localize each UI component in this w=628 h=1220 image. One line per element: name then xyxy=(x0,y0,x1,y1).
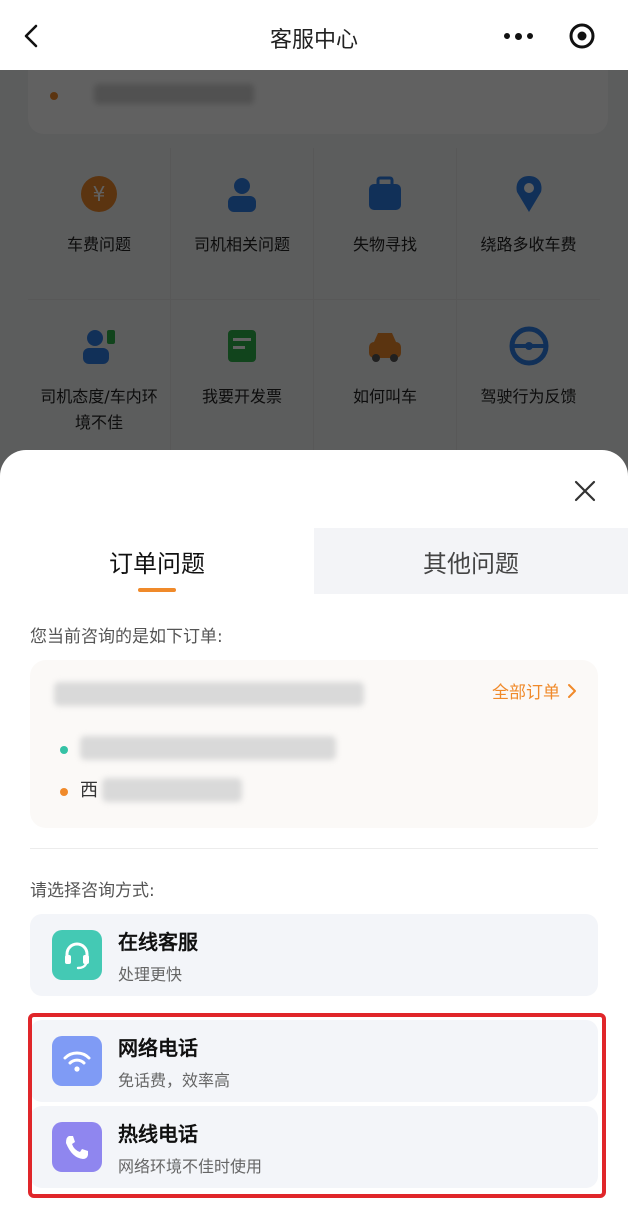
more-dot-icon xyxy=(526,33,533,39)
more-dot-icon xyxy=(514,32,522,40)
close-sheet-button[interactable] xyxy=(568,474,602,508)
destination-prefix: 西 xyxy=(80,780,98,801)
chevron-right-icon xyxy=(568,683,576,698)
divider xyxy=(30,848,598,849)
more-dot-icon xyxy=(503,33,510,39)
target-circle-icon xyxy=(569,23,595,49)
consult-sheet: 订单问题 其他问题 您当前咨询的是如下订单: 全部订单 西 请选择咨询方式: 在… xyxy=(0,450,628,1220)
online-service-option[interactable]: 在线客服 处理更快 xyxy=(30,914,598,996)
redacted-origin-address xyxy=(80,736,336,760)
origin-dot xyxy=(60,746,68,754)
consult-method-label: 请选择咨询方式: xyxy=(30,881,155,901)
all-orders-label: 全部订单 xyxy=(492,683,560,703)
sheet-tabs: 订单问题 其他问题 xyxy=(0,528,628,594)
more-button[interactable] xyxy=(486,14,550,58)
destination-dot xyxy=(60,788,68,796)
tab-other-issues[interactable]: 其他问题 xyxy=(314,528,628,594)
tab-order-issues[interactable]: 订单问题 xyxy=(0,528,314,594)
close-icon xyxy=(574,480,596,502)
redacted-order-info xyxy=(54,682,364,706)
all-orders-link[interactable]: 全部订单 xyxy=(492,678,578,703)
miniprogram-capsule xyxy=(486,14,614,58)
current-order-label: 您当前咨询的是如下订单: xyxy=(30,627,223,647)
red-highlight-box xyxy=(28,1013,606,1198)
current-order-card: 全部订单 西 xyxy=(30,660,598,828)
active-tab-indicator xyxy=(138,588,176,592)
tab-label: 其他问题 xyxy=(423,549,519,578)
tab-label: 订单问题 xyxy=(109,549,205,578)
headset-icon xyxy=(52,930,102,980)
redacted-destination-address xyxy=(102,778,242,802)
close-miniprogram-button[interactable] xyxy=(550,14,614,58)
top-navbar: 客服中心 xyxy=(0,0,628,70)
option-subtitle: 处理更快 xyxy=(118,965,183,984)
option-title: 在线客服 xyxy=(118,930,198,954)
